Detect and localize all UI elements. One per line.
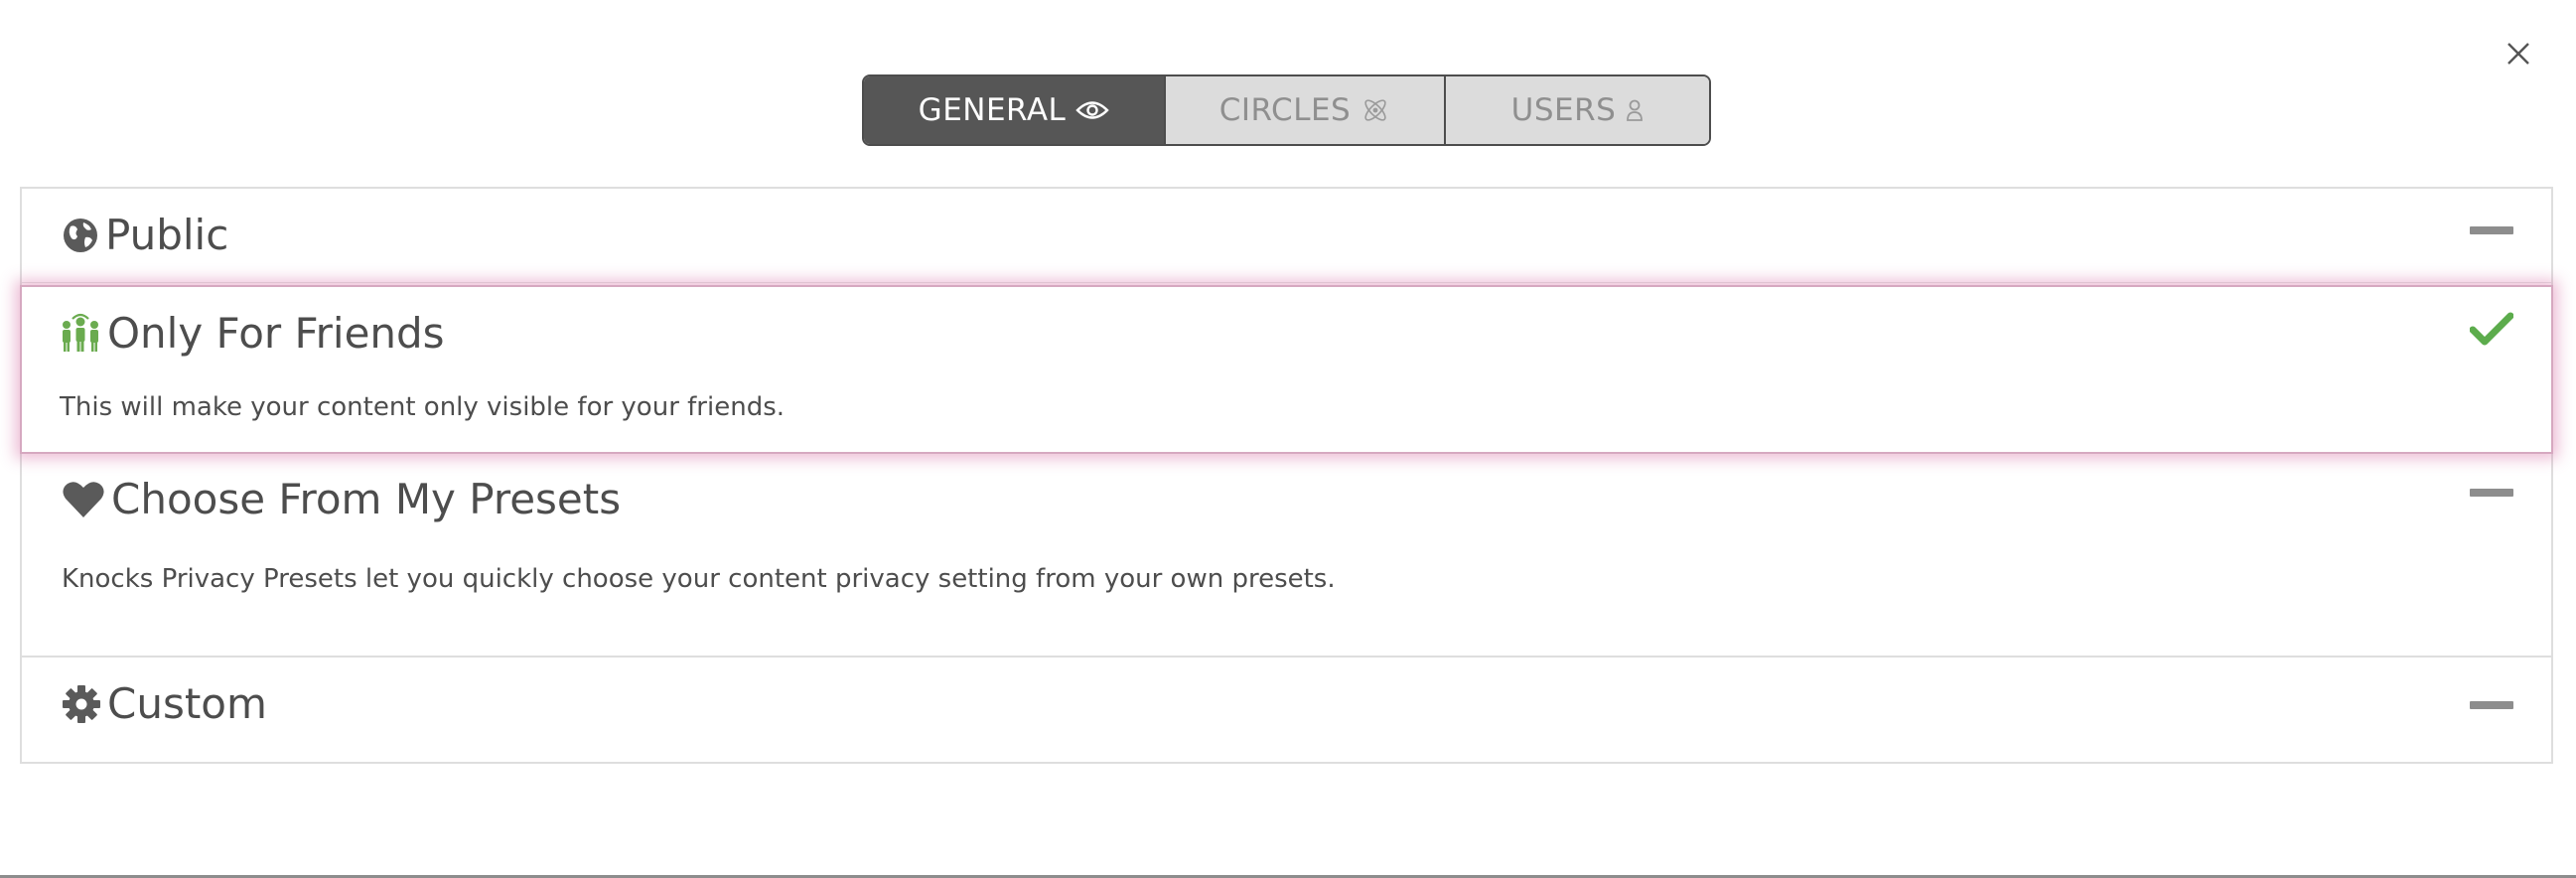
option-presets-title: Choose From My Presets [111,475,622,523]
privacy-options-accordion: Public Only For Friends This will make y… [20,187,2553,764]
close-icon [2507,43,2529,65]
collapse-toggle[interactable] [2470,489,2513,497]
option-only-for-friends[interactable]: Only For Friends This will make your con… [20,285,2553,454]
close-button[interactable] [2503,38,2534,70]
option-custom-header: Custom [62,679,267,728]
option-friends-header: Only For Friends [60,309,445,358]
tab-general[interactable]: GENERAL [864,76,1164,144]
atom-icon [1360,95,1390,125]
eye-icon [1075,99,1110,121]
tab-users[interactable]: USERS [1444,76,1709,144]
option-public-header: Public [62,211,228,259]
collapse-toggle[interactable] [2470,701,2513,709]
user-icon [1626,98,1644,122]
privacy-dialog: GENERAL CIRCLES USERS Public Only For Fr… [0,0,2576,878]
gear-icon [62,684,101,724]
option-presets[interactable]: Choose From My Presets Knocks Privacy Pr… [22,455,2551,658]
privacy-tabs: GENERAL CIRCLES USERS [862,74,1711,146]
option-public-title: Public [105,211,229,259]
friends-icon [60,313,101,355]
tab-circles[interactable]: CIRCLES [1164,76,1444,144]
check-icon[interactable] [2469,311,2514,351]
collapse-toggle[interactable] [2470,226,2513,234]
tab-users-label: USERS [1510,92,1617,128]
option-presets-description: Knocks Privacy Presets let you quickly c… [62,564,1336,594]
tab-general-label: GENERAL [918,92,1067,128]
option-friends-title: Only For Friends [107,309,445,358]
globe-icon [62,217,99,254]
option-custom[interactable]: Custom [22,658,2551,762]
heart-icon [62,480,105,519]
option-presets-header: Choose From My Presets [62,475,621,523]
option-public[interactable]: Public [22,189,2551,283]
option-custom-title: Custom [107,679,267,728]
tab-circles-label: CIRCLES [1218,92,1352,128]
option-friends-description: This will make your content only visible… [60,392,786,422]
